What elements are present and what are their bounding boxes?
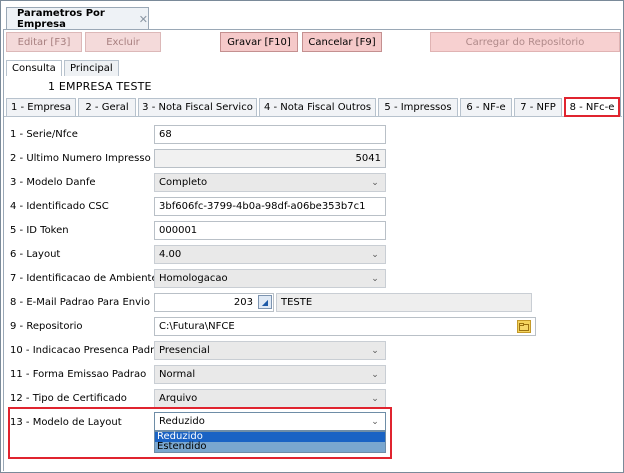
- ambiente-value: Homologacao: [159, 273, 228, 284]
- email-description: TESTE: [276, 293, 532, 312]
- dropdown-option-estendido[interactable]: Estendido: [155, 442, 385, 452]
- forma-emissao-value: Normal: [159, 369, 196, 380]
- window-tab-title: Parametros Por Empresa: [17, 8, 105, 30]
- ultimo-numero-field: 5041: [154, 149, 386, 168]
- tab-consulta[interactable]: Consulta: [6, 60, 62, 76]
- layout-select[interactable]: 4.00 ⌄: [154, 245, 386, 264]
- id-token-input[interactable]: 000001: [154, 221, 386, 240]
- repositorio-label: 9 - Repositorio: [10, 321, 83, 332]
- search-lookup-icon[interactable]: ◢: [258, 295, 272, 309]
- tab-nota-fiscal-servico[interactable]: 3 - Nota Fiscal Servico: [138, 98, 257, 116]
- tab-content-nfce: 1 - Serie/Nfce 68 2 - Ultimo Numero Impr…: [4, 116, 622, 472]
- modelo-layout-label: 13 - Modelo de Layout: [10, 417, 122, 428]
- layout-label: 6 - Layout: [10, 249, 61, 260]
- presenca-label: 10 - Indicacao Presenca Padrao: [10, 345, 167, 356]
- chevron-down-icon[interactable]: ⌄: [369, 273, 381, 285]
- tab-nota-fiscal-outros[interactable]: 4 - Nota Fiscal Outros: [259, 98, 376, 116]
- tab-nfce[interactable]: 8 - NFc-e: [564, 97, 620, 117]
- tipo-certificado-value: Arquivo: [159, 393, 198, 404]
- tabs-row: 1 - Empresa 2 - Geral 3 - Nota Fiscal Se…: [4, 97, 622, 117]
- load-repository-button[interactable]: Carregar do Repositorio: [430, 32, 620, 52]
- modelo-layout-value: Reduzido: [159, 416, 205, 427]
- tab-empresa[interactable]: 1 - Empresa: [6, 98, 76, 116]
- tab-geral[interactable]: 2 - Geral: [78, 98, 136, 116]
- edit-button[interactable]: Editar [F3]: [6, 32, 82, 52]
- app-frame: Parametros Por Empresa ✕ Editar [F3] Exc…: [0, 0, 624, 473]
- csc-input[interactable]: 3bf606fc-3799-4b0a-98df-a06be353b7c1: [154, 197, 386, 216]
- forma-emissao-select[interactable]: Normal ⌄: [154, 365, 386, 384]
- tab-nfp[interactable]: 7 - NFP: [514, 98, 562, 116]
- chevron-down-icon[interactable]: ⌄: [369, 393, 381, 405]
- main-panel: Editar [F3] Excluir Gravar [F10] Cancela…: [3, 29, 622, 472]
- delete-button[interactable]: Excluir: [85, 32, 161, 52]
- tab-principal[interactable]: Principal: [64, 60, 119, 76]
- serie-input[interactable]: 68: [154, 125, 386, 144]
- chevron-down-icon[interactable]: ⌄: [369, 369, 381, 381]
- presenca-select[interactable]: Presencial ⌄: [154, 341, 386, 360]
- modelo-danfe-value: Completo: [159, 177, 208, 188]
- modelo-layout-select[interactable]: Reduzido ⌄: [154, 412, 386, 431]
- chevron-down-icon[interactable]: ⌄: [369, 249, 381, 261]
- email-code-input[interactable]: 203: [154, 293, 274, 312]
- close-icon[interactable]: ✕: [139, 13, 148, 26]
- chevron-down-icon[interactable]: ⌄: [369, 416, 381, 428]
- chevron-down-icon[interactable]: ⌄: [369, 177, 381, 189]
- company-name: 1 EMPRESA TESTE: [48, 80, 152, 93]
- modelo-danfe-select[interactable]: Completo ⌄: [154, 173, 386, 192]
- id-token-label: 5 - ID Token: [10, 225, 69, 236]
- serie-label: 1 - Serie/Nfce: [10, 129, 78, 140]
- tab-impressos[interactable]: 5 - Impressos: [378, 98, 458, 116]
- csc-label: 4 - Identificado CSC: [10, 201, 109, 212]
- modelo-layout-dropdown: Reduzido Estendido: [154, 431, 386, 453]
- layout-value: 4.00: [159, 249, 182, 260]
- presenca-value: Presencial: [159, 345, 210, 356]
- forma-emissao-label: 11 - Forma Emissao Padrao: [10, 369, 147, 380]
- folder-icon[interactable]: [517, 320, 531, 333]
- repositorio-input[interactable]: C:\Futura\NFCE: [154, 317, 536, 336]
- tab-nfe[interactable]: 6 - NF-e: [460, 98, 512, 116]
- ultimo-numero-label: 2 - Ultimo Numero Impresso: [10, 153, 151, 164]
- email-label: 8 - E-Mail Padrao Para Envio: [10, 297, 150, 308]
- chevron-down-icon[interactable]: ⌄: [369, 345, 381, 357]
- modelo-danfe-label: 3 - Modelo Danfe: [10, 177, 96, 188]
- tipo-certificado-select[interactable]: Arquivo ⌄: [154, 389, 386, 408]
- window-tab[interactable]: Parametros Por Empresa ✕: [6, 7, 149, 30]
- tipo-certificado-label: 12 - Tipo de Certificado: [10, 393, 127, 404]
- save-button[interactable]: Gravar [F10]: [220, 32, 298, 52]
- ambiente-label: 7 - Identificacao de Ambiente: [10, 273, 158, 284]
- ambiente-select[interactable]: Homologacao ⌄: [154, 269, 386, 288]
- cancel-button[interactable]: Cancelar [F9]: [302, 32, 382, 52]
